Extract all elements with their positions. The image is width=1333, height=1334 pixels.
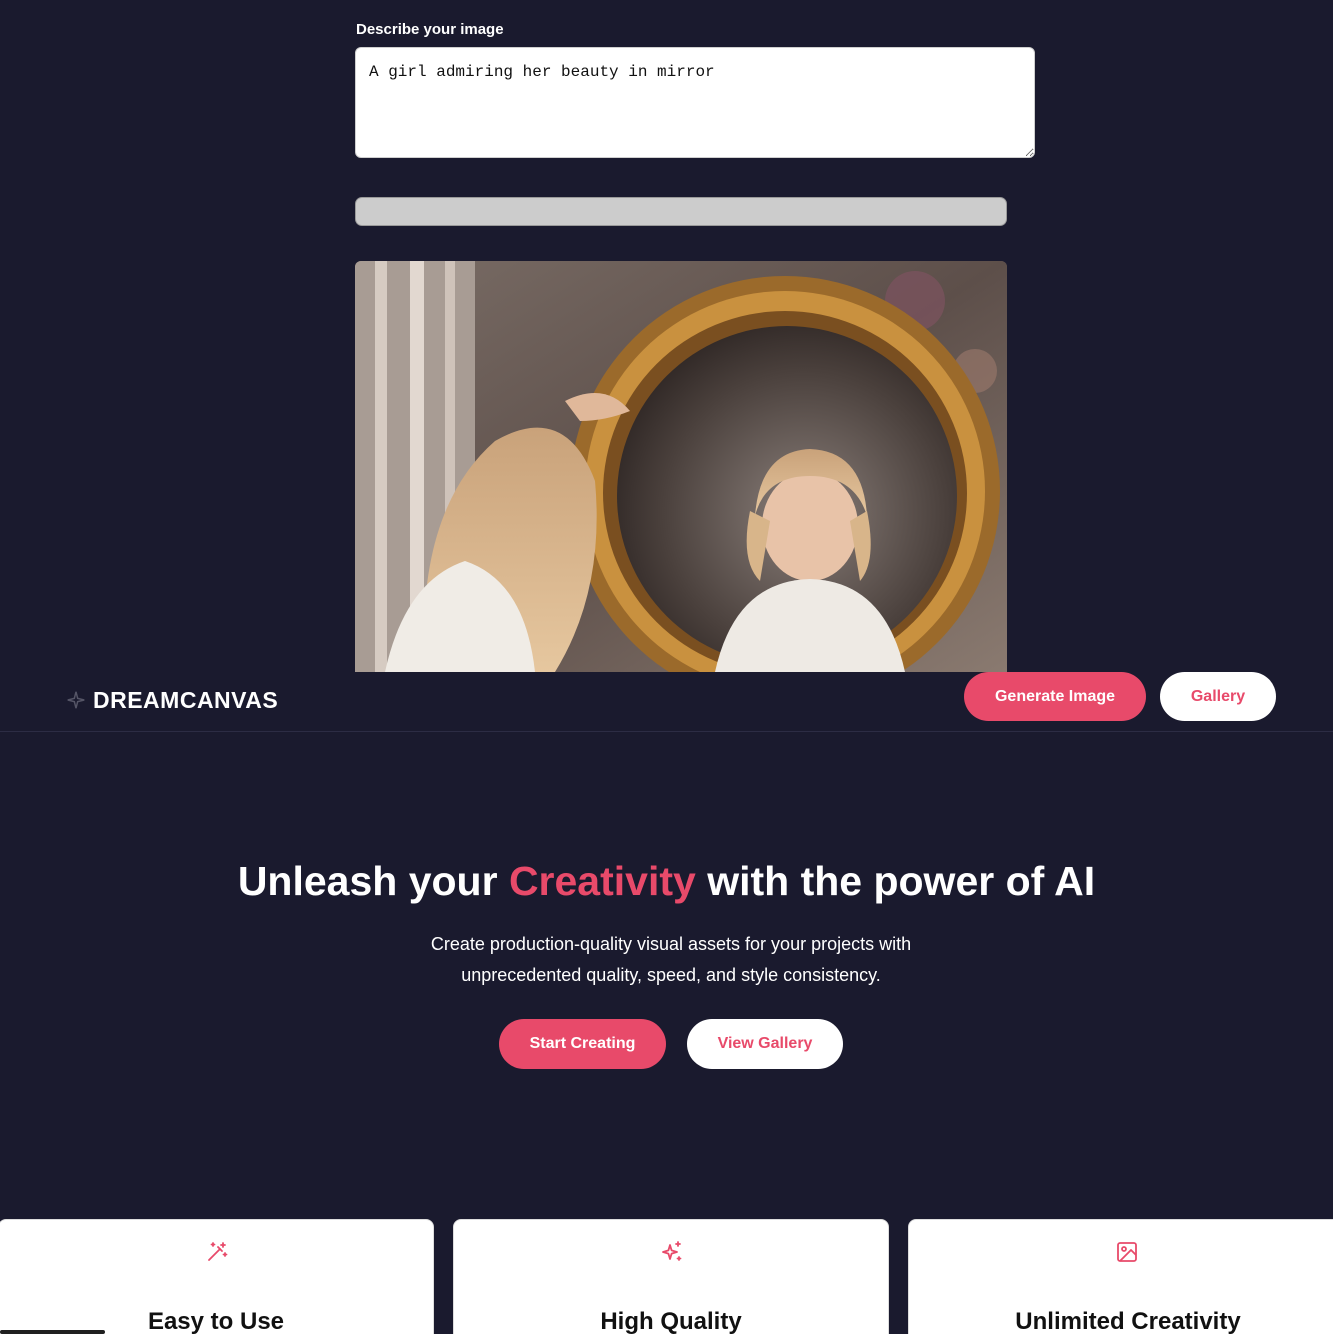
hero-subtitle-line2: unprecedented quality, speed, and style … bbox=[461, 965, 881, 985]
hero-title-pre: Unleash your bbox=[237, 858, 509, 904]
navbar: DREAMCANVAS Generate Image Gallery bbox=[0, 672, 1333, 732]
hero-title-accent: Creativity bbox=[508, 858, 696, 904]
hero-title-post: with the power of AI bbox=[695, 858, 1096, 904]
feature-card-creativity: Unlimited Creativity bbox=[908, 1219, 1333, 1334]
brand[interactable]: DREAMCANVAS bbox=[65, 684, 278, 716]
sparkle-icon bbox=[67, 691, 85, 709]
sparkles-icon bbox=[662, 1241, 682, 1261]
generated-image bbox=[355, 261, 1007, 672]
view-gallery-button[interactable]: View Gallery bbox=[687, 1019, 843, 1069]
feature-card-easy: Easy to Use bbox=[0, 1219, 434, 1334]
image-icon bbox=[1117, 1242, 1137, 1262]
prompt-input[interactable] bbox=[355, 47, 1035, 158]
prompt-label: Describe your image bbox=[356, 21, 504, 38]
brand-name: DREAMCANVAS bbox=[93, 686, 279, 713]
gallery-button[interactable]: Gallery bbox=[1160, 672, 1276, 721]
hero-title: Unleash your Creativity with the power o… bbox=[0, 858, 1333, 905]
magic-wand-icon bbox=[208, 1242, 228, 1261]
feature-title: Unlimited Creativity bbox=[1015, 1308, 1241, 1334]
hero-subtitle-line1: Create production-quality visual assets … bbox=[430, 934, 912, 954]
hero-subtitle: Create production-quality visual assets … bbox=[391, 929, 951, 991]
feature-title: High Quality bbox=[600, 1308, 742, 1334]
generated-image-art bbox=[355, 261, 1007, 672]
generation-progress-bar bbox=[355, 197, 1007, 226]
scroll-indicator bbox=[0, 1330, 105, 1334]
start-creating-button[interactable]: Start Creating bbox=[499, 1019, 666, 1069]
feature-card-quality: High Quality bbox=[453, 1219, 889, 1334]
generate-image-button[interactable]: Generate Image bbox=[964, 672, 1146, 721]
